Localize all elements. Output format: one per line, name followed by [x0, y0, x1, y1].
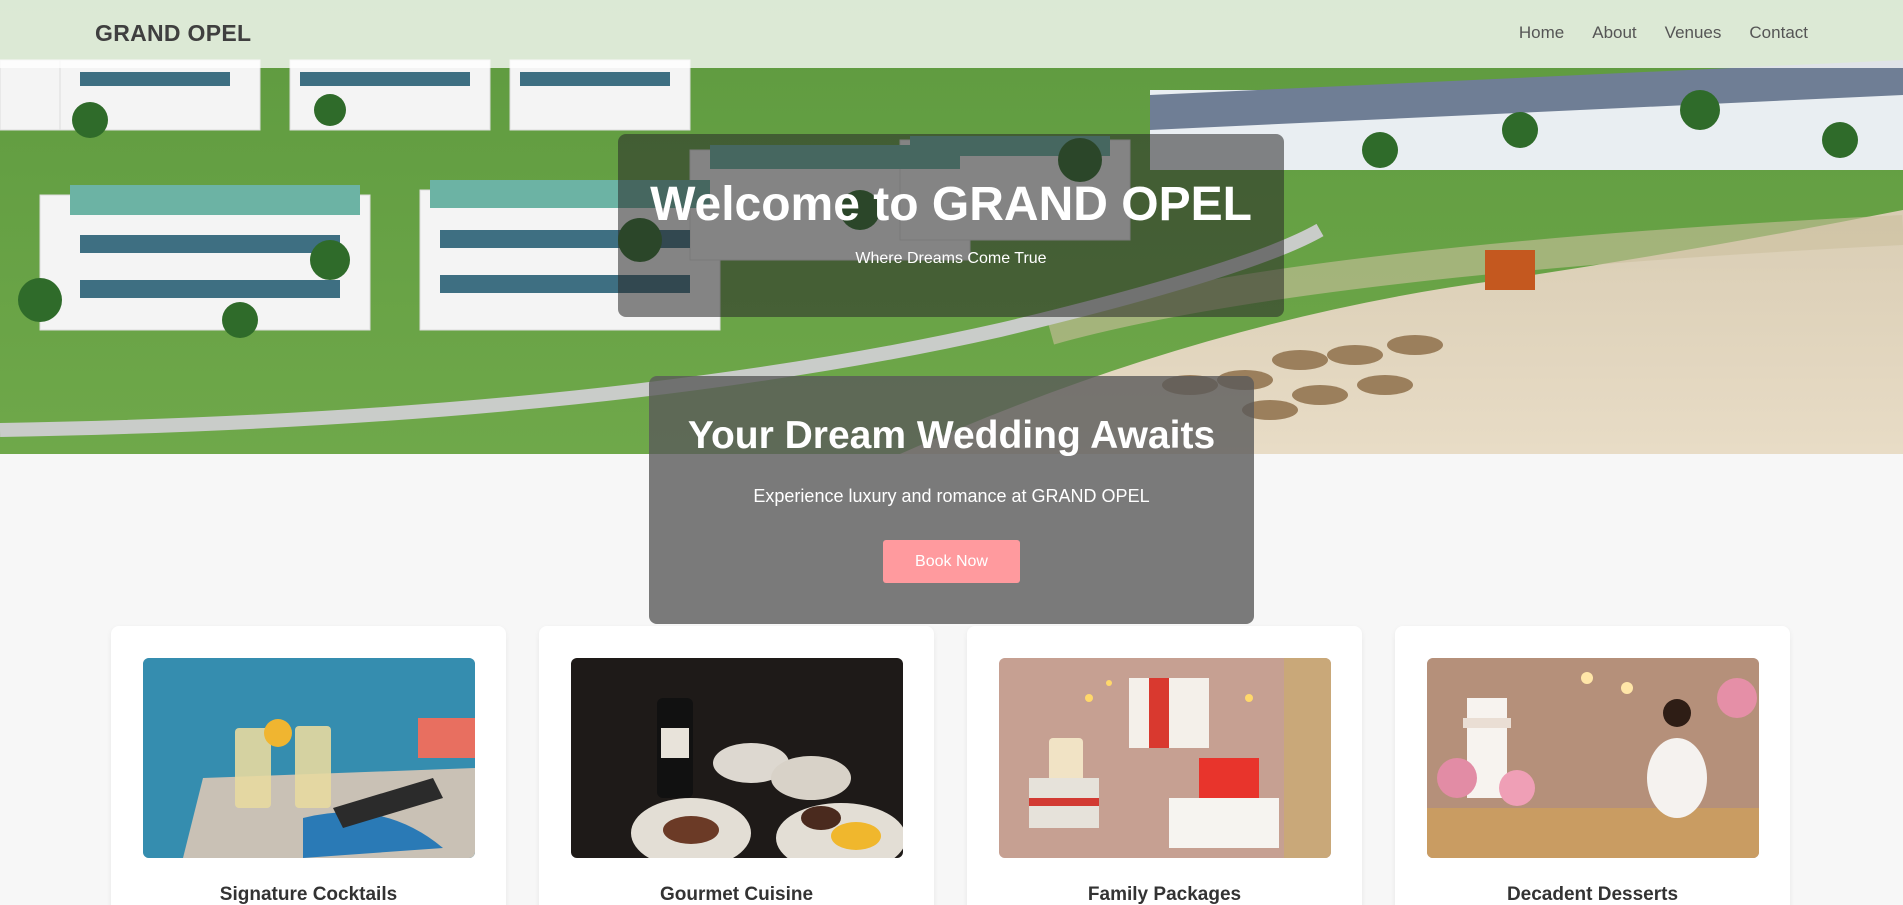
card-gourmet-cuisine[interactable]: Gourmet Cuisine [539, 626, 934, 905]
feature-cards: Signature Cocktails Gourmet Cuisine Fami… [111, 626, 1792, 905]
cocktails-image [143, 658, 475, 858]
book-now-button[interactable]: Book Now [883, 540, 1020, 583]
top-navbar: GRAND OPEL Home About Venues Contact [0, 0, 1903, 68]
card-title: Gourmet Cuisine [659, 884, 814, 905]
card-signature-cocktails[interactable]: Signature Cocktails [111, 626, 506, 905]
nav-about-link[interactable]: About [1592, 23, 1636, 43]
card-title: Decadent Desserts [1506, 884, 1679, 905]
nav-venues-link[interactable]: Venues [1665, 23, 1722, 43]
site-logo[interactable]: GRAND OPEL [95, 20, 251, 47]
nav-links: Home About Venues Contact [1519, 23, 1808, 43]
card-family-packages[interactable]: Family Packages [967, 626, 1362, 905]
nav-home-link[interactable]: Home [1519, 23, 1564, 43]
nav-contact-link[interactable]: Contact [1749, 23, 1808, 43]
card-decadent-desserts[interactable]: Decadent Desserts [1395, 626, 1790, 905]
hero-subtitle: Where Dreams Come True [855, 250, 1047, 267]
welcome-panel: Welcome to GRAND OPEL Where Dreams Come … [618, 134, 1284, 317]
family-packages-image [999, 658, 1331, 858]
cuisine-image [571, 658, 903, 858]
hero-title: Welcome to GRAND OPEL [650, 178, 1252, 231]
wedding-panel: Your Dream Wedding Awaits Experience lux… [649, 376, 1254, 624]
desserts-image [1427, 658, 1759, 858]
card-title: Signature Cocktails [219, 884, 398, 905]
wedding-text: Experience luxury and romance at GRAND O… [753, 486, 1150, 506]
card-title: Family Packages [1087, 884, 1242, 905]
wedding-title: Your Dream Wedding Awaits [687, 414, 1216, 457]
